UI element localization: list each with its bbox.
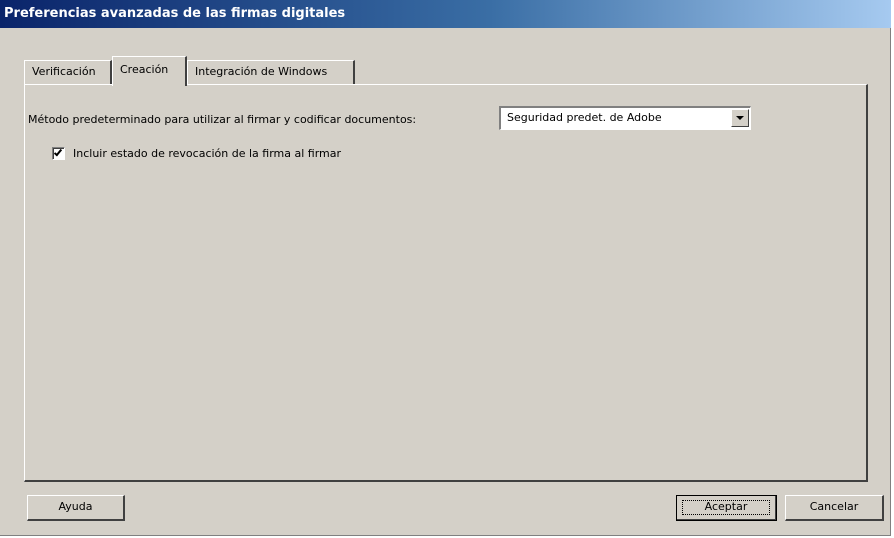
- select-value: Seguridad predet. de Adobe: [507, 111, 662, 124]
- help-button-label: Ayuda: [58, 500, 93, 513]
- revocation-option[interactable]: Incluir estado de revocación de la firma…: [52, 145, 341, 161]
- revocation-checkbox-label: Incluir estado de revocación de la firma…: [73, 146, 342, 160]
- tab-panel-creacion: [24, 84, 868, 482]
- title-bar[interactable]: Preferencias avanzadas de las firmas dig…: [0, 0, 891, 28]
- tab-verificacion[interactable]: Verificación: [24, 60, 112, 86]
- tab-label: Creación: [120, 63, 169, 76]
- tab-label: Integración de Windows: [195, 65, 328, 78]
- dialog-window: Preferencias avanzadas de las firmas dig…: [0, 0, 891, 536]
- ok-button[interactable]: Aceptar: [676, 495, 777, 521]
- chevron-down-icon: [736, 116, 744, 120]
- tab-label: Verificación: [32, 65, 96, 78]
- tab-integracion-windows[interactable]: Integración de Windows: [187, 60, 355, 86]
- focus-rect: [682, 500, 770, 515]
- checkmark-icon: [53, 147, 63, 156]
- cancel-button[interactable]: Cancelar: [785, 495, 884, 521]
- revocation-checkbox[interactable]: [52, 146, 65, 160]
- signing-method-select[interactable]: Seguridad predet. de Adobe: [499, 106, 751, 130]
- help-button[interactable]: Ayuda: [27, 495, 125, 521]
- cancel-button-label: Cancelar: [809, 500, 859, 513]
- tab-creacion[interactable]: Creación: [112, 56, 187, 86]
- window-title: Preferencias avanzadas de las firmas dig…: [4, 6, 346, 21]
- method-label: Método predeterminado para utilizar al f…: [28, 113, 417, 126]
- dropdown-button[interactable]: [731, 109, 749, 127]
